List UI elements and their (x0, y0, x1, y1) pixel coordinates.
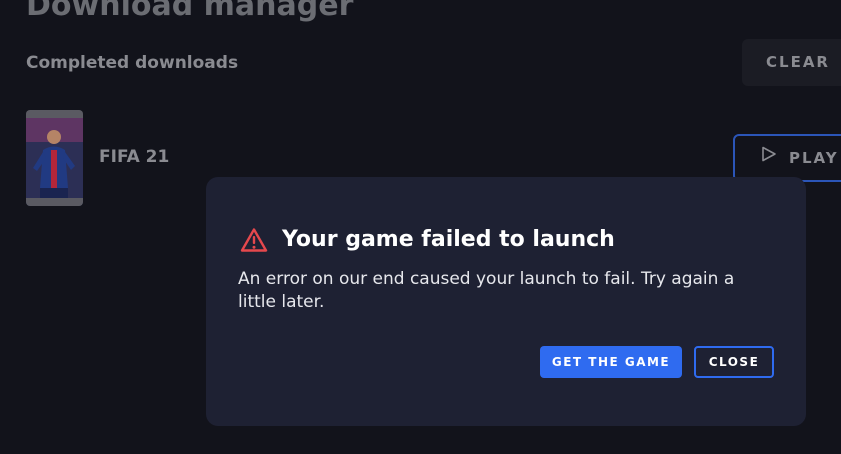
dialog-title: Your game failed to launch (282, 227, 615, 252)
warning-icon (240, 227, 268, 253)
get-the-game-button[interactable]: GET THE GAME (540, 346, 682, 378)
completed-downloads-heading: Completed downloads (26, 53, 239, 73)
dialog-message: An error on our end caused your launch t… (238, 269, 735, 312)
cover-art (26, 110, 83, 206)
dialog-heading: Your game failed to launch (240, 226, 615, 254)
play-icon (761, 135, 777, 179)
game-title: FIFA 21 (99, 147, 170, 167)
page-title: Download manager (26, 0, 354, 23)
game-cover-image[interactable] (26, 110, 83, 206)
close-button[interactable]: CLOSE (694, 346, 774, 378)
play-button[interactable]: PLAY (733, 134, 841, 182)
clear-button[interactable]: CLEAR (742, 39, 841, 86)
download-manager-page: Download manager Completed downloads CLE… (0, 0, 841, 454)
play-button-label: PLAY (789, 149, 839, 167)
error-dialog: Your game failed to launch An error on o… (206, 177, 806, 426)
